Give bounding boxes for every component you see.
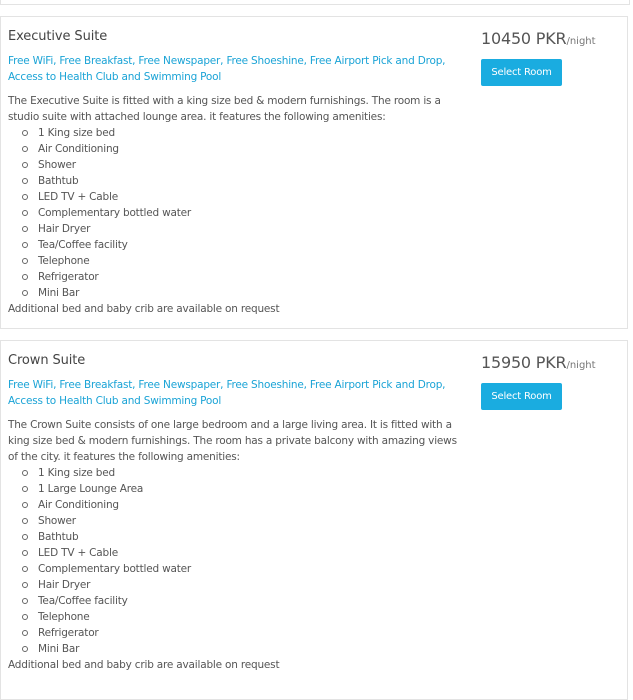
previous-room-card-edge <box>0 0 630 5</box>
room-facilities: Free WiFi, Free Breakfast, Free Newspape… <box>8 379 446 407</box>
amenity-item: Air Conditioning <box>22 497 463 513</box>
select-room-button[interactable]: Select Room <box>481 59 562 86</box>
amenity-item: Complementary bottled water <box>22 561 463 577</box>
room-description-block: The Crown Suite consists of one large be… <box>8 417 463 673</box>
amenity-item: Refrigerator <box>22 625 463 641</box>
room-name: Executive Suite <box>8 29 108 44</box>
amenity-item: Hair Dryer <box>22 577 463 593</box>
amenity-item: LED TV + Cable <box>22 545 463 561</box>
amenity-item: Shower <box>22 157 463 173</box>
room-price: 10450 PKR/night <box>481 29 596 48</box>
amenity-item: Tea/Coffee facility <box>22 237 463 253</box>
room-name: Crown Suite <box>8 353 86 368</box>
amenities-list: 1 King size bed Air Conditioning Shower … <box>8 125 463 301</box>
amenity-item: Telephone <box>22 609 463 625</box>
room-note: Additional bed and baby crib are availab… <box>8 303 280 315</box>
room-description-block: The Executive Suite is fitted with a kin… <box>8 93 463 317</box>
room-description: The Executive Suite is fitted with a kin… <box>8 95 441 123</box>
amenity-item: Telephone <box>22 253 463 269</box>
amenity-item: Tea/Coffee facility <box>22 593 463 609</box>
amenity-item: 1 Large Lounge Area <box>22 481 463 497</box>
room-card-crown-suite: Crown Suite Free WiFi, Free Breakfast, F… <box>0 340 628 700</box>
amenity-item: Complementary bottled water <box>22 205 463 221</box>
amenity-item: Mini Bar <box>22 285 463 301</box>
price-amount: 15950 PKR <box>481 353 567 372</box>
room-price: 15950 PKR/night <box>481 353 596 372</box>
amenity-item: Air Conditioning <box>22 141 463 157</box>
select-room-button[interactable]: Select Room <box>481 383 562 410</box>
amenity-item: Shower <box>22 513 463 529</box>
room-note: Additional bed and baby crib are availab… <box>8 659 280 671</box>
room-facilities: Free WiFi, Free Breakfast, Free Newspape… <box>8 55 446 83</box>
amenity-item: 1 King size bed <box>22 465 463 481</box>
price-amount: 10450 PKR <box>481 29 567 48</box>
amenities-list: 1 King size bed 1 Large Lounge Area Air … <box>8 465 463 657</box>
amenity-item: Bathtub <box>22 173 463 189</box>
amenity-item: Hair Dryer <box>22 221 463 237</box>
room-description: The Crown Suite consists of one large be… <box>8 419 457 463</box>
room-card-executive-suite: Executive Suite Free WiFi, Free Breakfas… <box>0 16 628 329</box>
amenity-item: Bathtub <box>22 529 463 545</box>
amenity-item: LED TV + Cable <box>22 189 463 205</box>
amenity-item: 1 King size bed <box>22 125 463 141</box>
amenity-item: Mini Bar <box>22 641 463 657</box>
amenity-item: Refrigerator <box>22 269 463 285</box>
price-unit: /night <box>566 360 596 371</box>
price-unit: /night <box>566 36 596 47</box>
